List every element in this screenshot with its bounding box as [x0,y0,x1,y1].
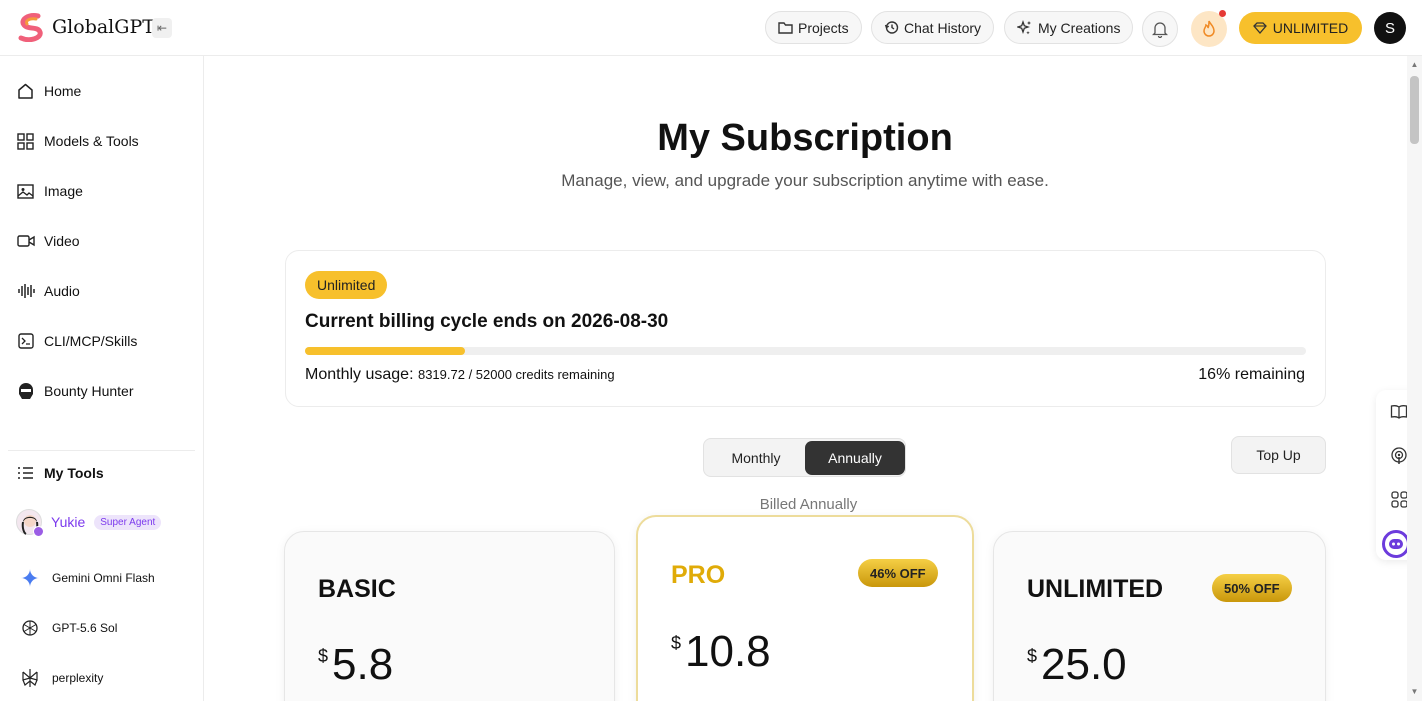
top-up-button[interactable]: Top Up [1231,436,1326,474]
plan-name: PRO [671,561,726,589]
sidebar-item-label: CLI/MCP/Skills [44,333,138,349]
folder-icon [778,21,793,34]
sidebar-divider [8,450,195,451]
yukie-avatar [16,509,44,537]
tool-name: Gemini Omni Flash [52,571,155,585]
my-creations-button[interactable]: My Creations [1004,11,1134,44]
sidebar-item-models-tools[interactable]: Models & Tools [16,129,139,153]
top-bar: GlobalGPT ⇤ Projects Chat History My Cre… [0,0,1422,56]
sparkles-icon [1017,19,1033,36]
sidebar-item-audio[interactable]: Audio [16,279,80,303]
sidebar-item-label: Image [44,183,83,199]
annually-option[interactable]: Annually [805,441,905,475]
usage-progress-bar [305,347,1306,355]
user-avatar[interactable]: S [1374,12,1406,44]
list-icon [16,464,35,483]
perplexity-icon [20,668,40,688]
diamond-icon [1252,22,1267,34]
price-amount: 10.8 [685,627,771,676]
usage-label: Monthly usage: [305,366,414,383]
my-tools-label: My Tools [44,465,104,481]
sidebar-collapse-icon[interactable]: ⇤ [152,18,172,38]
monthly-option[interactable]: Monthly [706,441,806,475]
podcast-icon[interactable] [1389,446,1409,466]
gemini-sparkle-icon [20,568,40,588]
video-icon [16,232,35,251]
sidebar-item-bounty-hunter[interactable]: Bounty Hunter [16,379,134,403]
super-agent-badge: Super Agent [94,514,162,530]
currency-symbol: $ [318,646,329,666]
price-amount: 25.0 [1041,640,1127,689]
hunter-icon [16,382,35,401]
usage-row: Monthly usage: 8319.72 / 52000 credits r… [305,366,615,384]
tool-name: perplexity [52,671,104,685]
chat-history-label: Chat History [904,19,982,36]
current-plan-badge: Unlimited [305,271,388,299]
plan-name: BASIC [318,575,396,603]
audio-wave-icon [16,282,35,301]
book-icon[interactable] [1389,401,1409,421]
history-icon [884,20,899,35]
openai-icon [20,618,40,638]
price-amount: 5.8 [332,640,394,689]
plan-card-pro[interactable]: PRO 46% OFF $ 10.8 [636,515,974,701]
grid-icon [16,132,35,151]
tool-name: Yukie [51,514,86,530]
sidebar: Home Models & Tools Image Video Audio CL… [0,56,204,701]
billed-annually-note: Billed Annually [759,496,858,513]
sidebar-item-label: Home [44,83,82,99]
unlimited-label: UNLIMITED [1272,20,1349,36]
billing-summary-card: Unlimited Current billing cycle ends on … [285,250,1326,407]
plan-price: $ 25.0 [1027,640,1127,690]
notification-dot [1219,10,1226,17]
unlimited-plan-button[interactable]: UNLIMITED [1239,12,1362,44]
projects-button[interactable]: Projects [765,11,862,44]
sidebar-item-label: Models & Tools [44,133,139,149]
image-icon [16,182,35,201]
remaining-percent: 16% remaining [1198,366,1305,383]
plan-price: $ 5.8 [318,640,393,690]
currency-symbol: $ [1027,646,1038,666]
plan-name: UNLIMITED [1027,575,1164,603]
discount-badge: 46% OFF [858,559,938,587]
tool-name: GPT-5.6 Sol [52,621,118,635]
sidebar-item-image[interactable]: Image [16,179,83,203]
sidebar-item-label: Video [44,233,80,249]
billing-period-toggle: Monthly Annually [703,438,906,477]
my-creations-label: My Creations [1038,19,1121,36]
tool-item-yukie[interactable]: Yukie Super Agent [16,509,162,537]
chat-history-button[interactable]: Chat History [871,11,995,44]
home-icon [16,82,35,101]
sidebar-item-label: Bounty Hunter [44,383,134,399]
usage-progress-fill [305,347,466,355]
my-tools-header[interactable]: My Tools [16,461,104,485]
page-title: My Subscription [657,117,953,159]
tool-item-gpt[interactable]: GPT-5.6 Sol [20,616,117,640]
globalgpt-logo-icon[interactable] [16,12,44,42]
assistant-bot-icon[interactable] [1382,530,1410,558]
sidebar-item-label: Audio [44,283,80,299]
plan-card-unlimited[interactable]: UNLIMITED 50% OFF $ 25.0 [993,531,1326,701]
scroll-up-arrow-icon[interactable]: ▲ [1410,60,1419,69]
billing-cycle-text: Current billing cycle ends on 2026-08-30 [305,311,669,332]
sidebar-item-home[interactable]: Home [16,79,81,103]
currency-symbol: $ [671,633,682,653]
sidebar-item-cli-mcp-skills[interactable]: CLI/MCP/Skills [16,329,137,353]
tool-item-gemini[interactable]: Gemini Omni Flash [20,566,155,590]
plan-card-basic[interactable]: BASIC $ 5.8 [284,531,615,701]
page-scrollbar[interactable]: ▲ ▼ [1407,56,1422,701]
terminal-icon [16,332,35,351]
brand-name[interactable]: GlobalGPT [52,16,155,38]
discount-badge: 50% OFF [1212,574,1292,602]
sidebar-item-video[interactable]: Video [16,229,80,253]
tool-item-perplexity[interactable]: perplexity [20,666,103,690]
scroll-down-arrow-icon[interactable]: ▼ [1410,687,1419,696]
projects-label: Projects [798,19,849,36]
apps-grid-icon[interactable] [1389,489,1409,509]
scroll-thumb[interactable] [1410,76,1419,144]
notifications-bell-icon[interactable] [1142,11,1178,47]
credits-value: 8319.72 / 52000 credits remaining [417,367,615,382]
plan-price: $ 10.8 [671,627,771,677]
page-subtitle: Manage, view, and upgrade your subscript… [561,171,1049,190]
